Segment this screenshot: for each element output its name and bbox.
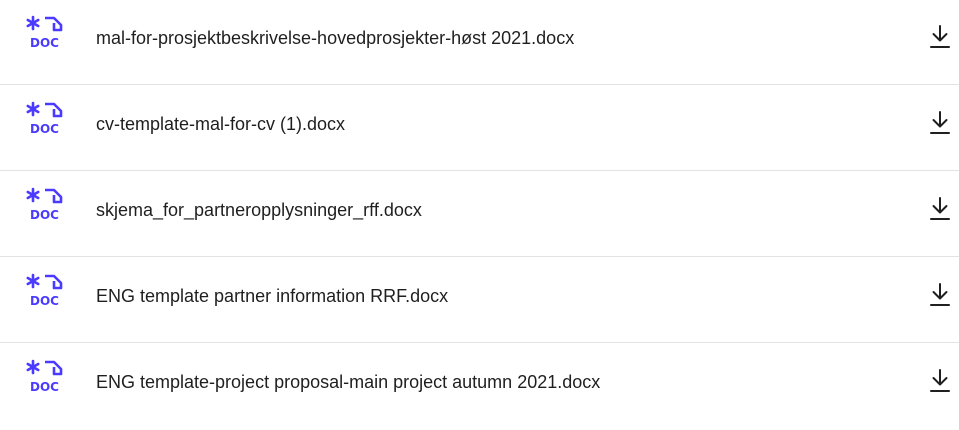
download-icon xyxy=(930,111,950,134)
file-name-link[interactable]: ENG template partner information RRF.doc… xyxy=(96,285,448,307)
doc-icon-label: DOC xyxy=(30,36,59,50)
file-name-link[interactable]: skjema_for_partneropplysninger_rff.docx xyxy=(96,199,422,221)
doc-file-icon: DOC xyxy=(20,186,68,226)
download-icon xyxy=(930,197,950,220)
doc-icon-label: DOC xyxy=(30,122,59,136)
file-row: DOC cv-template-mal-for-cv (1).docx xyxy=(0,86,959,172)
doc-file-icon: DOC xyxy=(20,14,68,54)
doc-file-icon: DOC xyxy=(20,100,68,140)
doc-icon-label: DOC xyxy=(30,380,59,394)
file-name-link[interactable]: mal-for-prosjektbeskrivelse-hovedprosjek… xyxy=(96,27,574,49)
doc-file-icon: DOC xyxy=(20,272,68,312)
download-icon xyxy=(930,25,950,48)
download-button[interactable] xyxy=(926,194,954,224)
download-icon xyxy=(930,369,950,392)
doc-icon-label: DOC xyxy=(30,294,59,308)
doc-file-icon: DOC xyxy=(20,358,68,398)
file-row: DOC mal-for-prosjektbeskrivelse-hovedpro… xyxy=(0,0,959,86)
download-button[interactable] xyxy=(926,22,954,52)
file-list: DOC mal-for-prosjektbeskrivelse-hovedpro… xyxy=(0,0,959,430)
download-button[interactable] xyxy=(926,366,954,396)
file-row: DOC skjema_for_partneropplysninger_rff.d… xyxy=(0,172,959,258)
download-icon xyxy=(930,283,950,306)
row-divider xyxy=(0,342,959,343)
file-row: DOC ENG template-project proposal-main p… xyxy=(0,344,959,430)
row-divider xyxy=(0,84,959,85)
row-divider xyxy=(0,256,959,257)
file-name-link[interactable]: cv-template-mal-for-cv (1).docx xyxy=(96,113,345,135)
download-button[interactable] xyxy=(926,280,954,310)
row-divider xyxy=(0,170,959,171)
file-name-link[interactable]: ENG template-project proposal-main proje… xyxy=(96,371,600,393)
file-row: DOC ENG template partner information RRF… xyxy=(0,258,959,344)
download-button[interactable] xyxy=(926,108,954,138)
doc-icon-label: DOC xyxy=(30,208,59,222)
